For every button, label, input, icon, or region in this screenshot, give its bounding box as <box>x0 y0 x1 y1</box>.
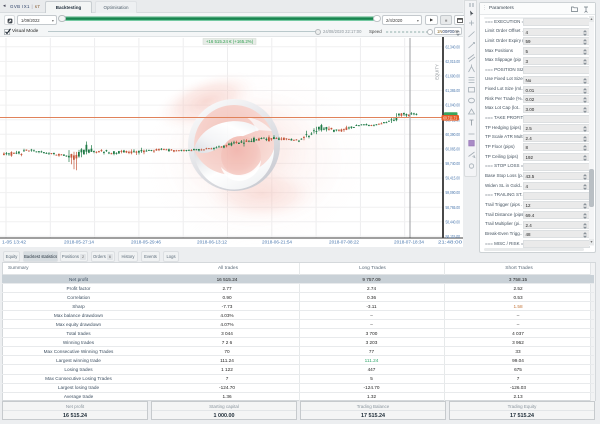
svg-text:61,690.00: 61,690.00 <box>446 74 461 79</box>
svg-text:59,415.00: 59,415.00 <box>446 176 461 181</box>
svg-text:62,340.00: 62,340.00 <box>446 44 461 49</box>
svg-text:2018-05-27:14: 2018-05-27:14 <box>64 239 95 244</box>
svg-text:60,390.00: 60,390.00 <box>446 132 461 137</box>
svg-text:58,115.00: 58,115.00 <box>446 234 461 239</box>
svg-text:EQUITY: EQUITY <box>435 64 440 80</box>
svg-text:61,365.00: 61,365.00 <box>446 88 461 93</box>
svg-text:61,040.00: 61,040.00 <box>446 103 461 108</box>
svg-text:2018-07-18:34: 2018-07-18:34 <box>394 239 425 244</box>
svg-text:58,765.00: 58,765.00 <box>446 205 461 210</box>
svg-text:2018-06-21:54: 2018-06-21:54 <box>262 239 293 244</box>
svg-text:21:48:00: 21:48:00 <box>438 239 463 244</box>
svg-text:59,740.00: 59,740.00 <box>446 161 461 166</box>
svg-text:58,440.00: 58,440.00 <box>446 219 461 224</box>
svg-text:+16 515.24 € (+165.2%): +16 515.24 € (+165.2%) <box>206 39 254 44</box>
svg-text:60,711.71: 60,711.71 <box>443 115 458 120</box>
svg-text:60,065.00: 60,065.00 <box>446 147 461 152</box>
svg-text:1-05 13:42: 1-05 13:42 <box>2 239 27 244</box>
svg-text:2018-05-29:46: 2018-05-29:46 <box>131 239 162 244</box>
svg-text:62,015.00: 62,015.00 <box>446 59 461 64</box>
svg-text:2018-07-08:22: 2018-07-08:22 <box>329 239 360 244</box>
svg-text:2018-06-13:12: 2018-06-13:12 <box>197 239 228 244</box>
svg-text:59,090.00: 59,090.00 <box>446 190 461 195</box>
